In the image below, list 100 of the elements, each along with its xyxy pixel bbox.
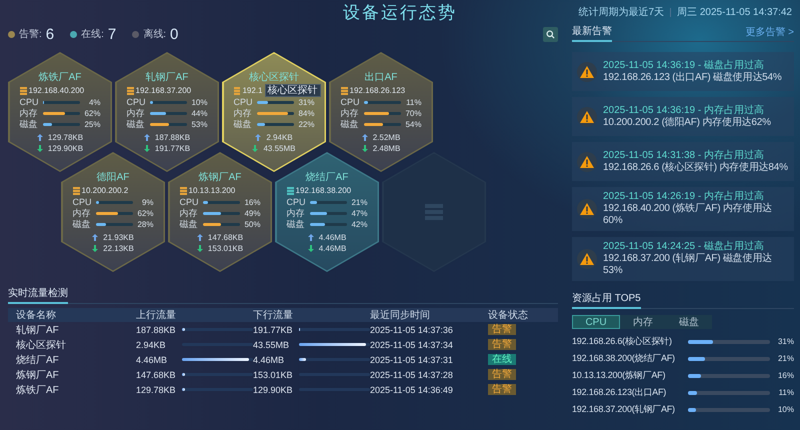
status-badge: 告警 — [488, 324, 516, 335]
device-name: 德阳AF — [96, 172, 130, 184]
metric-label: 磁盘 — [126, 118, 146, 130]
metric-label: 内存 — [340, 106, 360, 120]
server-icon — [126, 86, 134, 94]
device-hexagon[interactable]: 轧钢厂AF 192.168.37.200 CPU 10% 内存 44% 磁盘 53% 187.88KB 191.77KB — [115, 52, 219, 172]
metric-label: 内存 — [72, 206, 92, 220]
alert-title: 2025-11-05 14:36:19 - 磁盘占用过高 — [603, 60, 766, 72]
device-hexagon[interactable]: 出口AF 192.168.26.123 CPU 11% 内存 70% 磁盘 54% 2.52MB 2.48MB — [329, 52, 433, 172]
download-value: 22.13KB — [103, 244, 134, 253]
up-arrow-icon — [255, 134, 262, 141]
metric-reading: 9% — [140, 198, 154, 206]
device-label: 192.168.38.200(烧结厂AF) — [572, 352, 676, 365]
server-icon — [425, 204, 443, 220]
table-cell-text: 43.55MB — [253, 338, 290, 350]
device-label: 192.168.26.6(核心区探针) — [572, 335, 673, 348]
device-hexagon[interactable]: 核心区探针 192.1 核心区探针 CPU 31% 内存 84% 磁盘 22% 2.94KB 43.55MB — [222, 52, 326, 172]
table-cell-text: 炼铁厂AF — [16, 384, 60, 396]
metric-reading: 31% — [297, 98, 314, 106]
device-name: 出口AF — [364, 72, 398, 84]
metric-label: CPU — [234, 97, 254, 107]
alert-detail: 192.168.37.200 (轧钢厂AF) 磁盘使用达53% — [603, 253, 773, 277]
warning-icon — [577, 62, 597, 82]
status-badge: 在线 — [488, 354, 516, 365]
status-badge: 告警 — [488, 384, 516, 395]
table-cell-text: 2.94KB — [136, 338, 167, 350]
metric-reading: 21% — [350, 198, 368, 206]
metric-label: 内存 — [286, 206, 306, 220]
metric-reading: 70% — [404, 108, 422, 118]
table-cell-text: 147.68KB — [136, 368, 177, 380]
tooltip: 核心区探针 — [264, 84, 320, 97]
up-arrow-icon — [144, 134, 150, 141]
alert-title: 2025-11-05 14:36:19 - 内存占用过高 — [603, 104, 766, 116]
status-badge: 告警 — [488, 339, 516, 350]
metric-reading: 25% — [83, 120, 100, 128]
device-hexagon[interactable]: 德阳AF 10.200.200.2 CPU 9% 内存 62% 磁盘 28% 21.93KB 22.13KB — [61, 152, 165, 272]
down-arrow-icon — [144, 145, 150, 152]
metric-label: CPU — [126, 97, 146, 107]
metric-label: 内存 — [126, 106, 146, 120]
device-label: 10.13.13.200(炼钢厂AF) — [572, 369, 666, 382]
section-tab[interactable]: 实时流量检测 — [8, 286, 68, 304]
device-name: 烧结厂AF — [304, 172, 350, 184]
metric-label: 磁盘 — [72, 218, 92, 230]
metric-tab[interactable]: CPU — [572, 315, 620, 329]
more-alerts-link[interactable]: 更多告警 > — [745, 25, 794, 41]
warning-icon — [577, 249, 597, 269]
down-arrow-icon — [92, 245, 98, 252]
usage-reading: 10% — [776, 405, 794, 414]
count-label: 告警: — [19, 28, 42, 41]
warning-icon — [577, 152, 597, 172]
column-header: 设备状态 — [488, 308, 529, 322]
metric-reading: 49% — [243, 208, 260, 218]
ip-address: 192.168.38.200 — [296, 186, 352, 195]
metric-reading: 53% — [190, 120, 208, 128]
metric-reading: 16% — [243, 198, 260, 206]
table-cell-text: 2025-11-05 14:37:31 — [370, 354, 454, 364]
metric-reading: 28% — [136, 220, 154, 228]
device-hexagon[interactable]: 烧结厂AF 192.168.38.200 CPU 21% 内存 47% 磁盘 42% 4.46MB 4.46MB — [275, 152, 379, 272]
table-cell-text: 153.01KB — [253, 368, 294, 380]
device-hexagon[interactable]: 炼铁厂AF 192.168.40.200 CPU 4% 内存 62% 磁盘 25% 129.78KB 129.90KB — [8, 52, 112, 172]
device-hexagon[interactable]: 炼钢厂AF 10.13.13.200 CPU 16% 内存 49% 磁盘 50% 147.68KB 153.01KB — [168, 152, 272, 272]
column-header: 最近同步时间 — [370, 308, 431, 322]
column-header: 上行流量 — [136, 308, 177, 322]
alert-detail: 10.200.200.2 (德阳AF) 内存使用达62% — [603, 116, 772, 128]
metric-reading: 62% — [83, 108, 100, 118]
download-value: 43.55MB — [263, 144, 296, 153]
alert-detail: 192.168.40.200 (炼铁厂AF) 内存使用达60% — [603, 203, 773, 227]
metric-label: CPU — [180, 197, 200, 207]
table-cell-text: 129.90KB — [253, 384, 294, 396]
down-arrow-icon — [36, 145, 43, 152]
section-tab[interactable]: 最新告警 — [572, 24, 612, 42]
alert-title: 2025-11-05 14:24:25 - 磁盘占用过高 — [603, 241, 766, 252]
metric-reading: 42% — [350, 220, 368, 228]
metric-label: 内存 — [180, 206, 198, 220]
server-icon — [286, 186, 294, 194]
alert-title: 2025-11-05 14:26:19 - 内存占用过高 — [603, 191, 766, 202]
upload-value: 4.46MB — [318, 233, 346, 242]
download-value: 2.48MB — [372, 144, 400, 153]
server-icon — [340, 86, 348, 94]
status-badge: 告警 — [488, 369, 516, 380]
table-cell-text: 轧钢厂AF — [16, 324, 60, 336]
upload-value: 187.88KB — [154, 133, 190, 142]
up-arrow-icon — [196, 234, 203, 241]
alert-title: 2025-11-05 14:31:38 - 内存占用过高 — [603, 150, 766, 162]
server-icon — [20, 86, 26, 94]
metric-label: CPU — [286, 197, 306, 207]
metric-reading: 4% — [88, 98, 100, 106]
down-arrow-icon — [362, 145, 368, 152]
count-value: 0 — [170, 26, 178, 42]
metric-label: 磁盘 — [340, 118, 360, 130]
upload-value: 21.93KB — [103, 233, 134, 242]
device-name: 炼铁厂AF — [38, 72, 82, 84]
metric-tab[interactable]: 磁盘 — [666, 315, 712, 329]
search-button[interactable] — [543, 26, 558, 42]
ip-address: 192.168.26.123 — [350, 86, 406, 95]
table-cell-text: 2025-11-05 14:36:49 — [370, 384, 454, 394]
ip-address: 192.168.40.200 — [28, 86, 84, 95]
upload-value: 147.68KB — [208, 233, 244, 242]
metric-tab[interactable]: 内存 — [620, 315, 666, 329]
usage-reading: 31% — [776, 337, 794, 346]
